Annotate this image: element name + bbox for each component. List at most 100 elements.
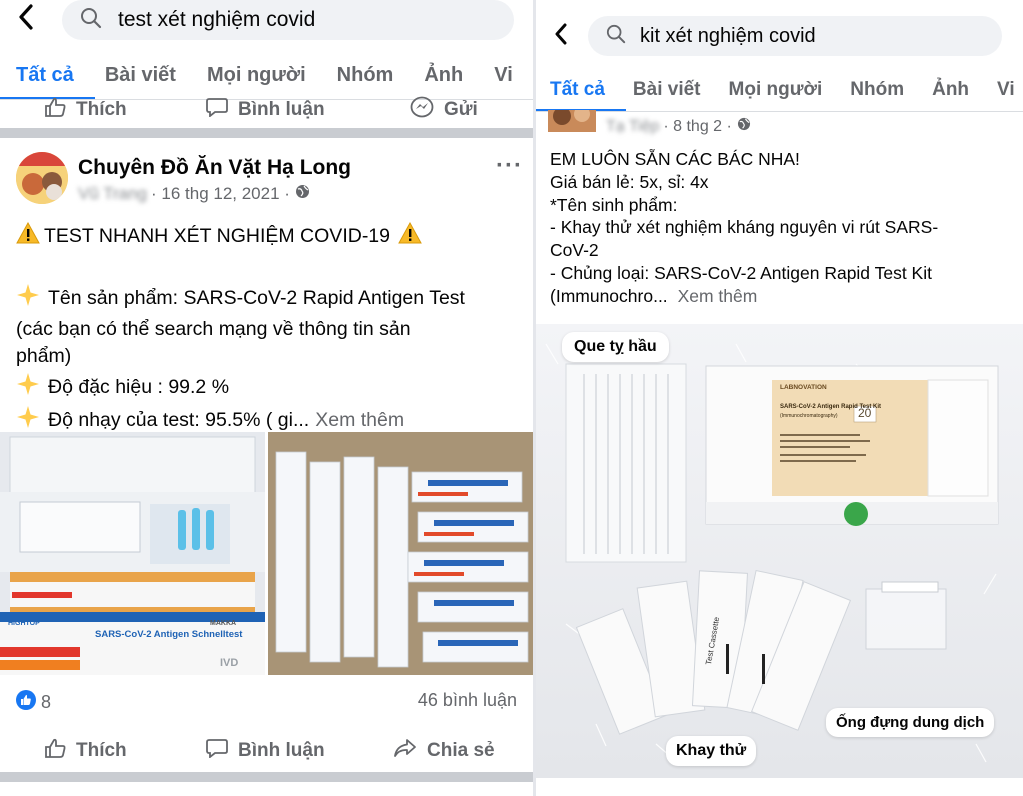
- left-screenshot: Tất cả Bài viết Mọi người Nhóm Ảnh Vi Th…: [0, 0, 533, 796]
- like-button[interactable]: Thích: [44, 97, 127, 123]
- post-photo[interactable]: LABNOVATION SARS-CoV-2 Antigen Rapid Tes…: [536, 324, 1023, 778]
- more-options-icon[interactable]: ···: [496, 152, 523, 180]
- tab-groups[interactable]: Nhóm: [850, 79, 904, 101]
- post-meta: Tạ Tiệp · 8 thg 2 ·: [606, 117, 751, 136]
- tab-people[interactable]: Mọi người: [729, 79, 823, 101]
- post-line: CoV-2: [550, 240, 599, 260]
- tab-posts[interactable]: Bài viết: [105, 64, 176, 87]
- see-more-link[interactable]: Xem thêm: [678, 286, 758, 306]
- back-arrow-icon[interactable]: [554, 21, 568, 51]
- post-date[interactable]: · 8 thg 2 ·: [663, 118, 731, 136]
- post-line: EM LUÔN SẴN CÁC BÁC NHA!: [550, 149, 800, 169]
- tab-posts[interactable]: Bài viết: [633, 79, 701, 101]
- post-line: Độ đặc hiệu : 99.2 %: [16, 372, 526, 402]
- comment-button[interactable]: Bình luận: [206, 738, 325, 764]
- post-line: Giá bán lẻ: 5x, sỉ: 4x: [550, 171, 709, 192]
- messenger-icon: [410, 96, 434, 124]
- globe-icon: [295, 184, 310, 204]
- previous-post-actions: Thích Bình luận Gửi: [0, 96, 533, 124]
- search-bar: [18, 0, 514, 40]
- tab-videos[interactable]: Vi: [494, 64, 513, 87]
- like-label: Thích: [76, 740, 127, 761]
- post-separator: [0, 128, 533, 138]
- back-arrow-icon[interactable]: [18, 4, 34, 36]
- comment-label: Bình luận: [238, 99, 325, 120]
- post-line: TEST NHANH XÉT NGHIỆM COVID-19: [16, 221, 526, 250]
- like-reaction-icon: [16, 690, 36, 715]
- send-label: Gửi: [444, 99, 478, 120]
- tab-photos[interactable]: Ảnh: [424, 64, 463, 87]
- post-separator: [0, 772, 533, 782]
- search-icon: [606, 24, 626, 49]
- post-line: phẩm): [16, 345, 72, 368]
- sparkle-star-icon: [16, 372, 40, 402]
- search-input[interactable]: [118, 8, 498, 32]
- search-input[interactable]: [640, 24, 990, 48]
- product-name-line: Tên sản phẩm: SARS-CoV-2 Rapid Antigen T…: [48, 287, 465, 310]
- photo-ivd-label: IVD: [220, 657, 239, 669]
- comment-icon: [206, 738, 228, 764]
- photo-box-brand: SARS-CoV-2 Antigen Schnelltest: [95, 629, 243, 640]
- tab-photos[interactable]: Ảnh: [932, 79, 969, 101]
- thumbs-up-icon: [44, 97, 66, 123]
- post-line: Độ nhạy của test: 95.5% ( gi... Xem thêm: [16, 405, 526, 435]
- post-line: (các bạn có thể search mạng về thông tin…: [16, 317, 411, 340]
- tab-videos[interactable]: Vi: [997, 79, 1015, 101]
- comment-icon: [206, 97, 228, 123]
- post-line: - Chủng loại: SARS-CoV-2 Antigen Rapid T…: [550, 262, 932, 283]
- post-line: - Khay thử xét nghiệm kháng nguyên vi rú…: [550, 217, 939, 238]
- photo-label-cassette: Khay thử: [666, 736, 757, 766]
- author-name[interactable]: Vũ Trang: [78, 184, 147, 204]
- right-screenshot: Tất cả Bài viết Mọi người Nhóm Ảnh Vi Tạ…: [536, 0, 1023, 796]
- post-body: TEST NHANH XÉT NGHIỆM COVID-19 Tên sản p…: [16, 221, 526, 435]
- warning-icon: [398, 221, 422, 250]
- like-button[interactable]: Thích: [44, 738, 127, 764]
- comment-label: Bình luận: [238, 740, 325, 761]
- author-name[interactable]: Tạ Tiệp: [606, 118, 659, 136]
- photo-kit-count: 20: [858, 406, 872, 420]
- post-line: (Immunochro... Xem thêm: [550, 285, 1018, 308]
- photo-makka-label: MAKKA: [210, 620, 237, 627]
- post-photo-1[interactable]: SARS-CoV-2 Antigen Schnelltest IVD HIGHT…: [0, 432, 265, 675]
- post-line-text: (Immunochro...: [550, 285, 668, 306]
- comment-button[interactable]: Bình luận: [206, 97, 325, 123]
- photo-hightop-label: HIGHTOP: [8, 620, 40, 627]
- send-button[interactable]: Gửi: [410, 96, 478, 124]
- photo-kit-subtitle: (Immunochromatography): [780, 413, 838, 419]
- page-name[interactable]: Chuyên Đồ Ăn Vặt Hạ Long: [78, 156, 351, 180]
- reactions-summary[interactable]: 8: [16, 690, 51, 715]
- search-bar: [554, 16, 1002, 56]
- photo-label-tube: Ống đựng dung dịch: [826, 708, 995, 737]
- post-actions: Thích Bình luận Chia sẻ: [0, 738, 533, 764]
- globe-icon: [737, 117, 751, 136]
- reactions-count: 8: [41, 692, 52, 712]
- tab-all[interactable]: Tất cả: [550, 79, 605, 101]
- page-avatar[interactable]: [16, 152, 68, 204]
- sensitivity-line: Độ nhạy của test: 95.5% ( gi...: [48, 408, 310, 431]
- like-label: Thích: [76, 99, 127, 120]
- tab-all[interactable]: Tất cả: [16, 64, 74, 87]
- photo-kit-brand: LABNOVATION: [780, 384, 827, 391]
- post-body: EM LUÔN SẴN CÁC BÁC NHA! Giá bán lẻ: 5x,…: [550, 148, 1018, 307]
- share-button[interactable]: Chia sẻ: [393, 738, 495, 764]
- post-date[interactable]: · 16 thg 12, 2021 ·: [151, 184, 290, 204]
- comments-count[interactable]: 46 bình luận: [418, 690, 517, 711]
- search-field[interactable]: [62, 0, 514, 40]
- author-avatar[interactable]: [548, 110, 596, 132]
- sparkle-star-icon: [16, 405, 40, 435]
- tab-people[interactable]: Mọi người: [207, 64, 306, 87]
- search-icon: [80, 7, 102, 34]
- post-line: *Tên sinh phẩm:: [550, 194, 678, 215]
- post-photo-2[interactable]: [268, 432, 533, 675]
- tab-divider: [536, 111, 1023, 112]
- see-more-link[interactable]: Xem thêm: [315, 408, 404, 432]
- share-label: Chia sẻ: [427, 740, 495, 761]
- warning-icon: [16, 221, 40, 250]
- post-line: Tên sản phẩm: SARS-CoV-2 Rapid Antigen T…: [16, 283, 526, 313]
- post-meta: Vũ Trang · 16 thg 12, 2021 ·: [78, 184, 310, 204]
- search-field[interactable]: [588, 16, 1002, 56]
- sparkle-star-icon: [16, 283, 40, 313]
- specificity-line: Độ đặc hiệu : 99.2 %: [48, 375, 230, 398]
- tab-groups[interactable]: Nhóm: [337, 64, 394, 87]
- share-arrow-icon: [393, 738, 417, 764]
